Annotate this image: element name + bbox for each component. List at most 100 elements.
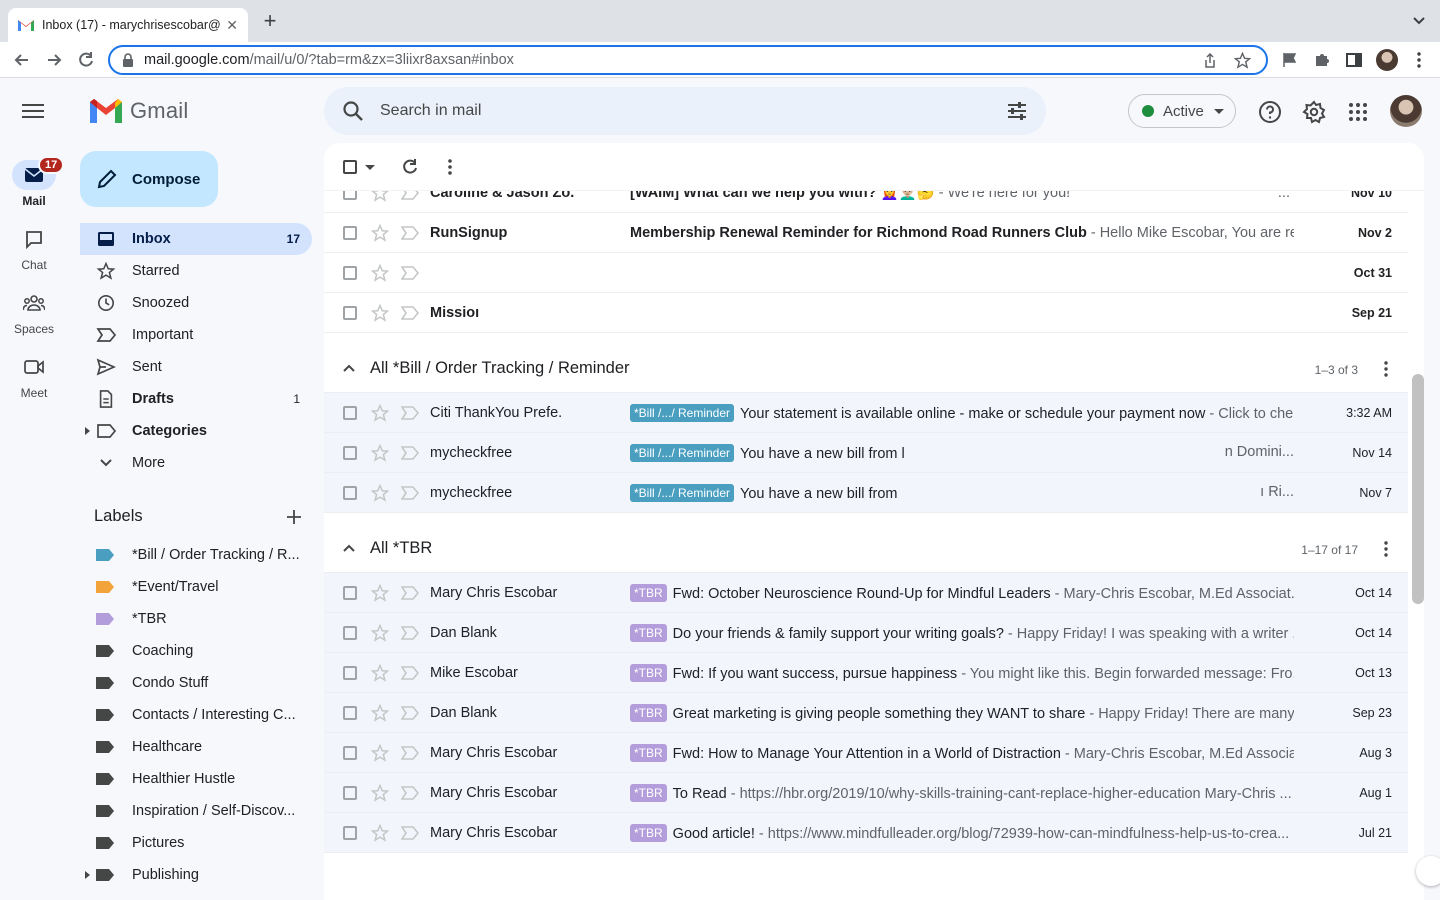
help-icon[interactable] — [1258, 100, 1282, 124]
message-row[interactable]: Dan Blank *TBR Great marketing is giving p… — [324, 693, 1408, 733]
label-item[interactable]: Coaching — [80, 635, 312, 667]
star-icon[interactable] — [371, 664, 389, 682]
label-item[interactable]: Pictures — [80, 827, 312, 859]
row-checkbox[interactable] — [343, 406, 357, 420]
status-selector[interactable]: Active — [1128, 94, 1236, 128]
compose-button[interactable]: Compose — [80, 151, 218, 207]
section-more-icon[interactable] — [1384, 541, 1388, 557]
more-options-icon[interactable] — [448, 158, 452, 176]
label-item[interactable]: *Event/Travel — [80, 571, 312, 603]
row-checkbox[interactable] — [343, 666, 357, 680]
star-icon[interactable] — [371, 264, 389, 282]
row-checkbox[interactable] — [343, 191, 357, 200]
nav-drafts[interactable]: Drafts 1 — [80, 383, 312, 415]
row-checkbox[interactable] — [343, 586, 357, 600]
bookmark-star-icon[interactable] — [1234, 52, 1251, 69]
important-marker-icon[interactable] — [401, 306, 419, 320]
label-item[interactable]: Contacts / Interesting C... — [80, 699, 312, 731]
star-icon[interactable] — [371, 404, 389, 422]
row-checkbox[interactable] — [343, 746, 357, 760]
apps-grid-icon[interactable] — [1346, 100, 1370, 124]
important-marker-icon[interactable] — [401, 586, 419, 600]
important-marker-icon[interactable] — [401, 746, 419, 760]
important-marker-icon[interactable] — [401, 266, 419, 280]
nav-inbox[interactable]: Inbox 17 — [80, 223, 312, 255]
row-checkbox[interactable] — [343, 626, 357, 640]
scrollbar-thumb[interactable] — [1412, 374, 1424, 604]
row-checkbox[interactable] — [343, 226, 357, 240]
label-item[interactable]: *TBR — [80, 603, 312, 635]
star-icon[interactable] — [371, 824, 389, 842]
row-checkbox[interactable] — [343, 786, 357, 800]
important-marker-icon[interactable] — [401, 486, 419, 500]
message-row[interactable]: Mary Chris Escobar *TBR Good article! - ht… — [324, 813, 1408, 853]
main-menu-icon[interactable] — [22, 101, 44, 121]
row-checkbox[interactable] — [343, 446, 357, 460]
label-chip[interactable]: *Bill /.../ Reminder — [630, 483, 735, 502]
message-row[interactable]: Mike Escobar *TBR Fwd: If you want success… — [324, 653, 1408, 693]
star-icon[interactable] — [371, 744, 389, 762]
side-panel-icon[interactable] — [1345, 51, 1363, 69]
collapse-chevron-icon[interactable] — [342, 363, 356, 373]
extensions-puzzle-icon[interactable] — [1313, 51, 1331, 69]
row-checkbox[interactable] — [343, 706, 357, 720]
label-chip[interactable]: *Bill /.../ Reminder — [630, 403, 735, 422]
star-icon[interactable] — [371, 191, 389, 202]
star-icon[interactable] — [371, 444, 389, 462]
important-marker-icon[interactable] — [401, 666, 419, 680]
share-icon[interactable] — [1202, 53, 1218, 69]
message-row[interactable]: Caroline & Jason Zo. [WAIM] What can we h… — [324, 191, 1408, 213]
extension-flag-icon[interactable] — [1281, 51, 1299, 69]
rail-mail[interactable]: 17 Mail — [0, 156, 68, 208]
important-marker-icon[interactable] — [401, 226, 419, 240]
close-tab-icon[interactable]: ✕ — [226, 17, 238, 34]
important-marker-icon[interactable] — [401, 626, 419, 640]
tab-search-chevron-icon[interactable] — [1412, 14, 1426, 28]
search-input[interactable] — [380, 97, 940, 125]
message-row[interactable]: Citi ThankYou Prefe. *Bill /.../ Reminder… — [324, 393, 1408, 433]
row-checkbox[interactable] — [343, 826, 357, 840]
select-dropdown-icon[interactable] — [365, 165, 375, 171]
label-chip[interactable]: *TBR — [630, 783, 667, 802]
side-panel-toggle[interactable] — [1416, 856, 1440, 886]
search-options-icon[interactable] — [1006, 100, 1028, 122]
label-item[interactable]: Publishing — [80, 859, 312, 891]
important-marker-icon[interactable] — [401, 786, 419, 800]
important-marker-icon[interactable] — [401, 826, 419, 840]
star-icon[interactable] — [371, 784, 389, 802]
message-row[interactable]: Mary Chris Escobar *TBR To Read - https://… — [324, 773, 1408, 813]
select-all-checkbox[interactable] — [343, 160, 357, 174]
expand-arrow-icon[interactable] — [85, 427, 90, 435]
label-item[interactable]: Healthcare — [80, 731, 312, 763]
star-icon[interactable] — [371, 304, 389, 322]
star-icon[interactable] — [371, 224, 389, 242]
new-tab-icon[interactable]: + — [258, 10, 282, 32]
section-header[interactable]: All *TBR 1–17 of 17 — [324, 513, 1408, 573]
section-header[interactable]: All *Bill / Order Tracking / Reminder 1–3… — [324, 333, 1408, 393]
label-chip[interactable]: *TBR — [630, 743, 667, 762]
message-row[interactable]: mycheckfree *Bill /.../ Reminder You have … — [324, 473, 1408, 513]
star-icon[interactable] — [371, 624, 389, 642]
star-icon[interactable] — [371, 584, 389, 602]
browser-profile-avatar[interactable] — [1376, 49, 1398, 71]
nav-important[interactable]: Important — [80, 319, 312, 351]
forward-icon[interactable] — [44, 50, 64, 70]
label-item[interactable]: Inspiration / Self-Discov... — [80, 795, 312, 827]
message-row[interactable]: RunSignup Membership Renewal Reminder for… — [324, 213, 1408, 253]
nav-categories[interactable]: Categories — [80, 415, 312, 447]
message-row[interactable]: Mary Chris Escobar *TBR Fwd: How to Manage… — [324, 733, 1408, 773]
message-row[interactable]: ardson, Interstellar...Oct 31 — [324, 253, 1408, 293]
message-row[interactable]: mycheckfree *Bill /.../ Reminder You have … — [324, 433, 1408, 473]
star-icon[interactable] — [371, 704, 389, 722]
star-icon[interactable] — [371, 484, 389, 502]
settings-gear-icon[interactable] — [1302, 100, 1326, 124]
search-icon[interactable] — [342, 100, 364, 122]
label-chip[interactable]: *TBR — [630, 623, 667, 642]
browser-menu-icon[interactable] — [1410, 51, 1428, 69]
label-chip[interactable]: *Bill /.../ Reminder — [630, 443, 735, 462]
browser-tab[interactable]: Inbox (17) - marychrisescobar@ ✕ — [8, 8, 248, 42]
row-checkbox[interactable] — [343, 266, 357, 280]
nav-starred[interactable]: Starred — [80, 255, 312, 287]
rail-spaces[interactable]: Spaces — [0, 288, 68, 336]
gmail-logo[interactable]: Gmail — [90, 98, 188, 124]
